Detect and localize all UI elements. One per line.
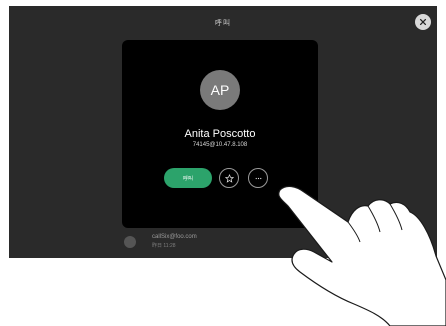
- favorite-button[interactable]: [219, 168, 239, 188]
- contact-address: 74145@10.47.8.108: [192, 142, 248, 148]
- star-icon: [224, 173, 234, 183]
- more-icon: [255, 177, 261, 179]
- page-title: 呼叫: [215, 20, 231, 27]
- recent-call-name: callSix@foo.com: [152, 234, 197, 240]
- recent-call-detail: 昨日 11:28: [152, 243, 176, 249]
- more-button[interactable]: [248, 168, 268, 188]
- call-button[interactable]: 呼叫: [164, 168, 212, 188]
- contact-name: Anita Poscotto: [184, 128, 256, 140]
- close-icon: [419, 18, 427, 26]
- recent-avatar: [124, 236, 136, 248]
- avatar: AP: [200, 70, 240, 110]
- close-button[interactable]: [415, 14, 431, 30]
- hand-pointer-illustration: [278, 185, 446, 326]
